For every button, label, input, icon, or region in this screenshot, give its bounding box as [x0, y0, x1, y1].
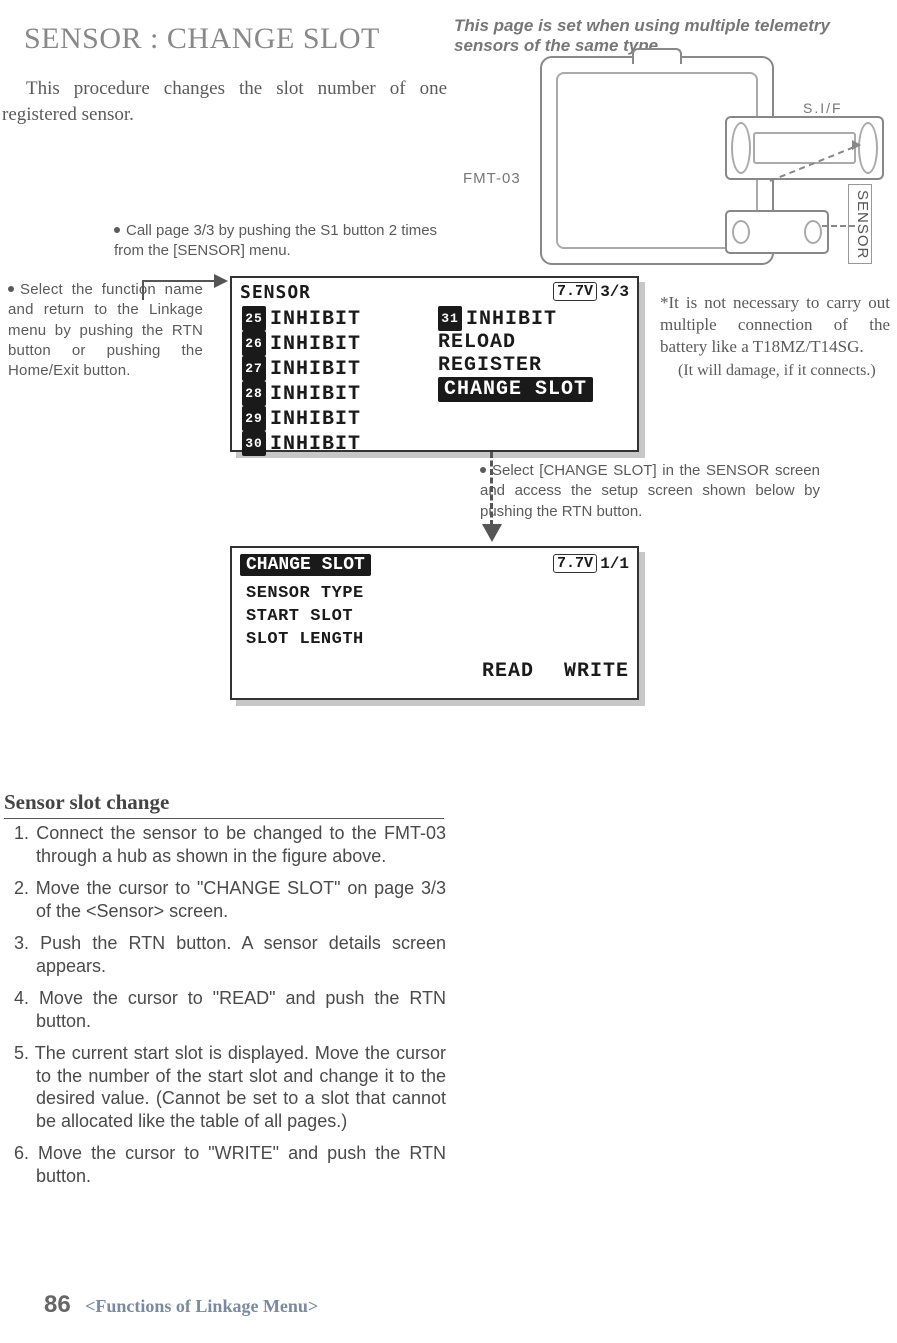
lcd1-page-indicator: 3/3 — [600, 283, 629, 301]
lcd2-title: CHANGE SLOT — [240, 554, 371, 576]
connector-line — [142, 280, 144, 300]
page-title: SENSOR : CHANGE SLOT — [24, 22, 380, 56]
connector-dashed-line — [490, 452, 493, 526]
step-2: 2. Move the cursor to "CHANGE SLOT" on p… — [14, 877, 446, 922]
lcd1-battery: 7.7V — [553, 282, 597, 301]
lcd1-right-column: 31INHIBIT RELOAD REGISTER CHANGE SLOT — [438, 306, 593, 402]
connector-line — [142, 280, 214, 282]
lcd2-page-indicator: 1/1 — [600, 555, 629, 573]
sensor-port-label: SENSOR — [848, 184, 872, 264]
footer-text: <Functions of Linkage Menu> — [85, 1296, 318, 1316]
intro-paragraph: This procedure changes the slot number o… — [2, 76, 447, 127]
arrow-icon — [214, 274, 228, 288]
page-number: 86 — [44, 1291, 71, 1318]
lcd-sensor-screen: SENSOR 7.7V 3/3 25INHIBIT 26INHIBIT 27IN… — [230, 276, 639, 452]
step-5: 5. The current start slot is displayed. … — [14, 1042, 446, 1132]
footnote-battery-connection: *It is not necessary to carry out multip… — [660, 292, 890, 358]
lcd2-write-button[interactable]: WRITE — [564, 660, 629, 683]
lcd1-left-column: 25INHIBIT 26INHIBIT 27INHIBIT 28INHIBIT … — [242, 306, 361, 456]
procedure-steps: 1. Connect the sensor to be changed to t… — [14, 822, 446, 1197]
lcd2-fields: SENSOR TYPE START SLOT SLOT LENGTH — [246, 582, 364, 651]
lcd1-selected-item[interactable]: CHANGE SLOT — [438, 377, 593, 402]
step-1: 1. Connect the sensor to be changed to t… — [14, 822, 446, 867]
arrow-icon — [852, 140, 861, 150]
lcd-change-slot-screen: CHANGE SLOT 7.7V 1/1 SENSOR TYPE START S… — [230, 546, 639, 700]
fmt-label: FMT-03 — [463, 170, 521, 187]
lcd2-read-button[interactable]: READ — [482, 660, 534, 683]
sensor-hub-outline — [725, 210, 829, 254]
lcd1-title: SENSOR — [240, 282, 311, 303]
step-3: 3. Push the RTN button. A sensor details… — [14, 932, 446, 977]
hardware-illustration: FMT-03 S.I/F SENSOR — [460, 50, 890, 275]
connection-dashed-line — [822, 225, 855, 227]
step-4: 4. Move the cursor to "READ" and push th… — [14, 987, 446, 1032]
step-6: 6. Move the cursor to "WRITE" and push t… — [14, 1142, 446, 1187]
arrow-down-icon — [482, 524, 502, 542]
section-heading: Sensor slot change — [4, 790, 444, 819]
lcd2-battery: 7.7V — [553, 554, 597, 573]
footnote-damage-warning: (It will damage, if it connects.) — [678, 362, 888, 380]
callout-change-slot: Select [CHANGE SLOT] in the SENSOR scree… — [480, 461, 820, 522]
callout-s1-button: Call page 3/3 by pushing the S1 button 2… — [114, 221, 464, 262]
page-footer: 86 <Functions of Linkage Menu> — [44, 1291, 318, 1319]
callout-return-linkage: Select the function name and return to t… — [8, 280, 203, 381]
sif-label: S.I/F — [803, 100, 843, 116]
